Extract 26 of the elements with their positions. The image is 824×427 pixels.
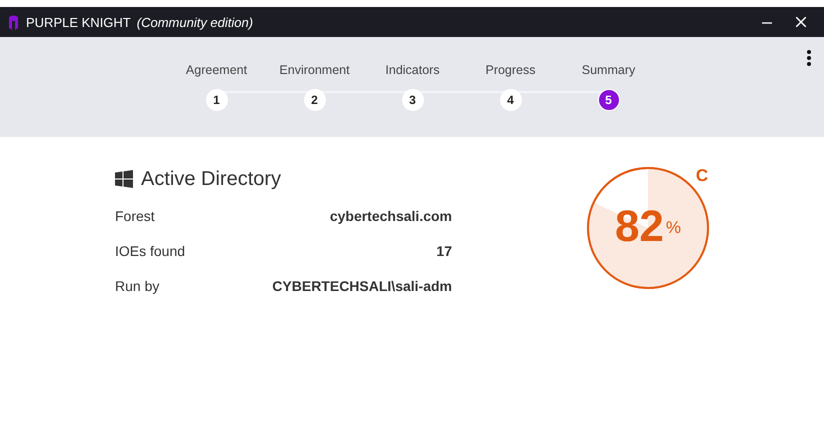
step-label: Indicators [385, 63, 440, 79]
kebab-icon [807, 50, 811, 66]
step-number[interactable]: 3 [402, 89, 424, 111]
field-label: IOEs found [115, 242, 186, 258]
step-number[interactable]: 5 [598, 89, 620, 111]
step-label: Agreement [186, 63, 248, 79]
helmet-icon [8, 14, 19, 30]
field-value: 17 [436, 242, 452, 258]
field-value: CYBERTECHSALI\sali-adm [272, 278, 452, 294]
step-number[interactable]: 2 [304, 89, 326, 111]
section-heading: Active Directory [141, 168, 282, 190]
step-label: Environment [279, 63, 350, 79]
field-label: Forest [115, 208, 155, 224]
window-subtitle: (Community edition) [136, 14, 254, 30]
step-label: Progress [485, 63, 536, 79]
step-number[interactable]: 4 [500, 89, 522, 111]
close-icon [796, 17, 806, 27]
window-title: PURPLE KNIGHT [26, 14, 131, 30]
score-value: 82 [614, 202, 664, 252]
step-number[interactable]: 1 [206, 89, 228, 111]
field-value: cybertechsali.com [330, 208, 452, 224]
more-options-button[interactable] [804, 49, 814, 67]
windows-icon [115, 170, 133, 188]
step-label: Summary [582, 63, 636, 79]
field-label: Run by [115, 278, 160, 294]
score-unit: % [666, 218, 682, 238]
